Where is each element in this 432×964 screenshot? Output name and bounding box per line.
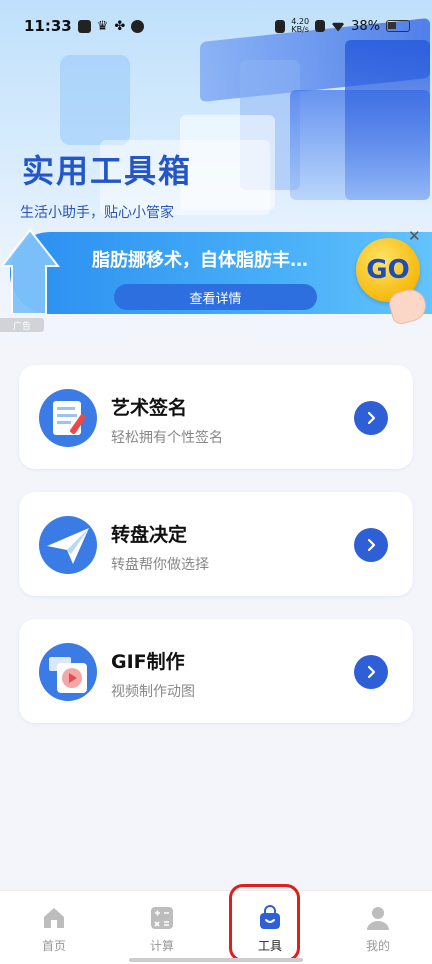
tool-card-desc: 视频制作动图 xyxy=(111,684,195,700)
sim-icon xyxy=(315,20,326,32)
paper-plane-icon xyxy=(39,516,97,574)
chevron-right-icon[interactable] xyxy=(354,655,388,689)
network-speed: 4.20 KB/s xyxy=(291,18,309,34)
signature-doc-icon xyxy=(39,389,97,447)
crown-icon: ♛ xyxy=(96,18,109,34)
nav-item-profile[interactable]: 我的 xyxy=(324,891,432,964)
ad-tag: 广告 xyxy=(0,318,44,332)
arrow-up-icon xyxy=(2,228,61,314)
bottom-nav: 首页 计算 工具 我的 xyxy=(0,890,432,964)
tool-card-title: 艺术签名 xyxy=(111,397,188,419)
page-subtitle: 生活小助手，贴心小管家 xyxy=(20,205,174,221)
chevron-right-icon[interactable] xyxy=(354,528,388,562)
tool-card-title: GIF制作 xyxy=(111,651,185,673)
gif-file-icon xyxy=(39,643,97,701)
ad-close-button[interactable]: ✕ xyxy=(408,227,421,245)
nav-label: 我的 xyxy=(365,939,390,953)
tool-card-signature[interactable]: 艺术签名 轻松拥有个性签名 xyxy=(19,365,413,469)
battery-level: 38% xyxy=(351,18,380,34)
nav-label: 计算 xyxy=(149,939,174,953)
status-time: 11:33 xyxy=(24,17,72,35)
app-notification-icon xyxy=(131,19,145,33)
ad-banner[interactable]: 脂肪挪移术，自体脂肪丰… 查看详情 GO xyxy=(2,228,432,327)
nav-label: 首页 xyxy=(41,939,66,953)
ad-details-button[interactable]: 查看详情 xyxy=(114,284,317,310)
chevron-right-icon[interactable] xyxy=(354,401,388,435)
page-title: 实用工具箱 xyxy=(22,152,193,190)
ad-text: 脂肪挪移术，自体脂肪丰… xyxy=(92,250,308,271)
decor-block xyxy=(60,55,130,145)
tool-card-gif[interactable]: GIF制作 视频制作动图 xyxy=(19,619,413,723)
network-speed-unit: KB/s xyxy=(291,25,309,34)
vibrate-icon xyxy=(275,19,286,33)
calculator-icon xyxy=(151,907,173,929)
tool-card-desc: 轻松拥有个性签名 xyxy=(111,430,223,446)
active-tab-highlight xyxy=(229,884,300,962)
user-icon xyxy=(367,907,389,930)
tool-card-desc: 转盘帮你做选择 xyxy=(111,557,209,573)
tiktok-icon xyxy=(77,19,91,33)
home-icon xyxy=(44,908,64,928)
nav-item-calculator[interactable]: 计算 xyxy=(108,891,216,964)
wifi-icon xyxy=(331,22,346,32)
tool-card-title: 转盘决定 xyxy=(111,524,188,546)
app-notification-icon: ✤ xyxy=(114,18,126,34)
home-indicator[interactable] xyxy=(129,958,303,962)
tool-card-wheel[interactable]: 转盘决定 转盘帮你做选择 xyxy=(19,492,413,596)
decor-block xyxy=(345,40,430,200)
nav-item-home[interactable]: 首页 xyxy=(0,891,108,964)
status-bar: 11:33 ♛ ✤ 4.20 KB/s 38% xyxy=(0,14,432,38)
battery-icon xyxy=(386,20,410,32)
